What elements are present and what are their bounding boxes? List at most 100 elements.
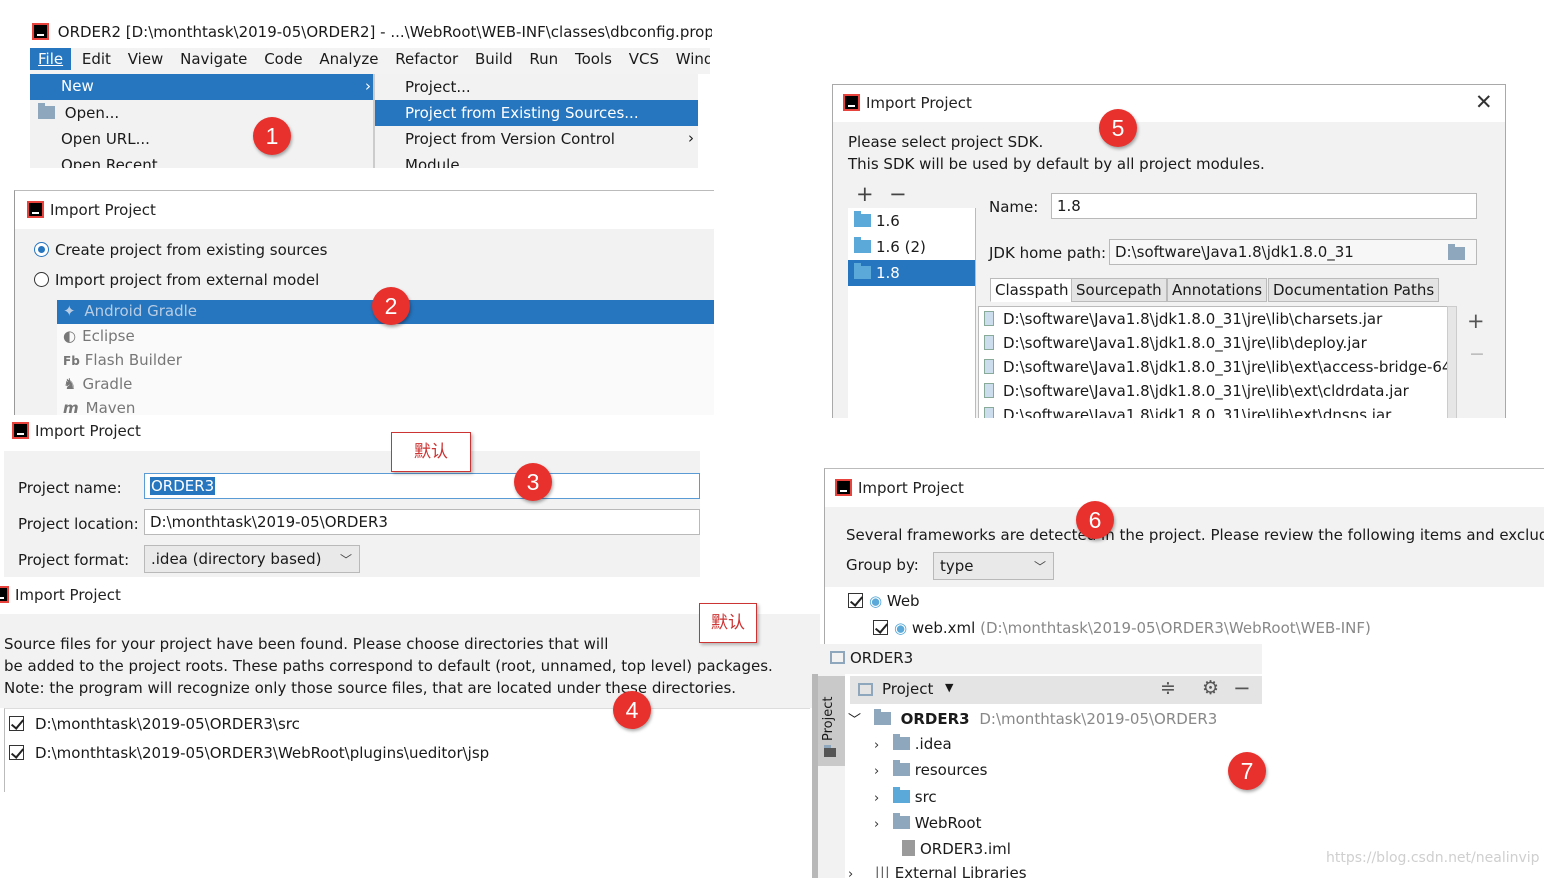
menu-run[interactable]: Run bbox=[523, 48, 564, 70]
tab-sourcepath[interactable]: Sourcepath bbox=[1071, 278, 1167, 302]
jdk-folder-icon bbox=[854, 263, 871, 279]
file-menu: New › Open... Open URL... Open Recent bbox=[30, 74, 374, 168]
sdk-item-1-6[interactable]: 1.6 bbox=[848, 208, 975, 234]
tree-item-src[interactable]: › src bbox=[874, 787, 937, 806]
add-sdk-button[interactable]: + bbox=[856, 182, 874, 206]
tree-item-external-libraries[interactable]: › ||| External Libraries bbox=[848, 864, 1027, 878]
minimize-icon[interactable]: − bbox=[1233, 676, 1251, 700]
dialog-body: Create project from existing sources Imp… bbox=[15, 229, 714, 415]
sdk-name-label: Name: bbox=[989, 198, 1039, 216]
submenu-item-project[interactable]: Project... bbox=[375, 74, 698, 100]
module-icon bbox=[858, 683, 873, 696]
menu-view[interactable]: View bbox=[122, 48, 170, 70]
close-icon[interactable]: ✕ bbox=[1475, 90, 1493, 114]
classpath-list: D:\software\Java1.8\jdk1.8.0_31\jre\lib\… bbox=[978, 306, 1448, 418]
radio-import-external-model[interactable]: Import project from external model bbox=[34, 271, 319, 289]
gear-icon[interactable]: ⚙ bbox=[1202, 677, 1219, 699]
chevron-right-icon: › bbox=[848, 867, 854, 878]
project-location-input[interactable]: D:\monthtask\2019-05\ORDER3 bbox=[144, 509, 700, 535]
menu-file[interactable]: File bbox=[30, 48, 72, 70]
submenu-item-module[interactable]: Module... bbox=[375, 152, 698, 168]
classpath-item[interactable]: D:\software\Java1.8\jdk1.8.0_31\jre\lib\… bbox=[979, 403, 1447, 418]
framework-item-web[interactable]: ◉ Web bbox=[848, 592, 920, 610]
menu-edit[interactable]: Edit bbox=[76, 48, 117, 70]
menu-analyze[interactable]: Analyze bbox=[313, 48, 384, 70]
checkbox-checked-icon bbox=[9, 745, 24, 760]
tree-item-idea[interactable]: › .idea bbox=[874, 734, 952, 753]
step-badge-6: 6 bbox=[1076, 501, 1114, 539]
jdk-home-input[interactable]: D:\software\Java1.8\jdk1.8.0_31 bbox=[1109, 239, 1477, 265]
project-format-select[interactable]: .idea (directory based) ﹀ bbox=[144, 545, 360, 573]
file-menu-item-open[interactable]: Open... bbox=[30, 100, 373, 126]
project-tree: ﹀ ORDER3 D:\monthtask\2019-05\ORDER3 › .… bbox=[848, 706, 1262, 878]
file-menu-item-new[interactable]: New › bbox=[30, 74, 373, 100]
submenu-item-existing-sources[interactable]: Project from Existing Sources... bbox=[375, 100, 698, 126]
tree-item-webroot[interactable]: › WebRoot bbox=[874, 813, 981, 832]
submenu-item-version-control[interactable]: Project from Version Control › bbox=[375, 126, 698, 152]
menu-navigate[interactable]: Navigate bbox=[174, 48, 253, 70]
sdk-item-1-8[interactable]: 1.8 bbox=[848, 260, 975, 286]
view-selector-label[interactable]: Project bbox=[882, 680, 933, 698]
intellij-logo-icon bbox=[27, 201, 44, 218]
tree-item-resources[interactable]: › resources bbox=[874, 760, 987, 779]
tree-item-iml[interactable]: ORDER3.iml bbox=[888, 840, 1011, 858]
menu-build[interactable]: Build bbox=[469, 48, 519, 70]
view-selector-dropdown-icon[interactable]: ▼ bbox=[945, 681, 953, 694]
tree-root[interactable]: ﹀ ORDER3 D:\monthtask\2019-05\ORDER3 bbox=[848, 709, 1217, 728]
dialog-title: Import Project bbox=[843, 94, 972, 112]
remove-path-button[interactable]: − bbox=[1469, 343, 1485, 365]
submenu-arrow-icon: › bbox=[365, 77, 371, 95]
dialog-title: Import Project bbox=[835, 479, 964, 497]
panel-frameworks: Import Project Several frameworks are de… bbox=[824, 468, 1544, 648]
folder-open-icon bbox=[38, 103, 55, 119]
menu-window[interactable]: Window bbox=[670, 48, 710, 70]
menu-vcs[interactable]: VCS bbox=[623, 48, 665, 70]
model-item-flash-builder[interactable]: Fb Flash Builder bbox=[57, 348, 714, 372]
submenu-arrow-icon: › bbox=[688, 129, 694, 147]
panel-sdk: Import Project ✕ Please select project S… bbox=[832, 84, 1506, 418]
scrollbar[interactable] bbox=[1447, 306, 1457, 418]
web-xml-icon: ◉ bbox=[894, 619, 908, 637]
tab-documentation-paths[interactable]: Documentation Paths bbox=[1268, 278, 1440, 302]
classpath-item[interactable]: D:\software\Java1.8\jdk1.8.0_31\jre\lib\… bbox=[979, 355, 1447, 379]
tab-annotations[interactable]: Annotations bbox=[1167, 278, 1268, 302]
classpath-item[interactable]: D:\software\Java1.8\jdk1.8.0_31\jre\lib\… bbox=[979, 307, 1447, 331]
eclipse-icon: ◐ bbox=[63, 327, 77, 345]
sdk-item-1-6-2[interactable]: 1.6 (2) bbox=[848, 234, 975, 260]
file-menu-item-open-recent[interactable]: Open Recent bbox=[30, 152, 373, 168]
classpath-item[interactable]: D:\software\Java1.8\jdk1.8.0_31\jre\lib\… bbox=[979, 331, 1447, 355]
folder-icon bbox=[873, 709, 891, 725]
jar-icon bbox=[984, 311, 994, 326]
project-name-input[interactable]: ORDER3 bbox=[144, 473, 700, 499]
model-item-gradle[interactable]: ♞ Gradle bbox=[57, 372, 714, 396]
classpath-item[interactable]: D:\software\Java1.8\jdk1.8.0_31\jre\lib\… bbox=[979, 379, 1447, 403]
radio-create-from-sources[interactable]: Create project from existing sources bbox=[34, 241, 327, 259]
collapse-all-icon[interactable]: ≑ bbox=[1160, 677, 1176, 699]
default-callout: 默认 bbox=[699, 603, 757, 643]
menu-refactor[interactable]: Refactor bbox=[389, 48, 464, 70]
dir-list: D:\monthtask\2019-05\ORDER3\src D:\month… bbox=[4, 708, 810, 792]
jar-icon bbox=[984, 335, 994, 350]
panel-project-name: Import Project Project name: ORDER3 Proj… bbox=[4, 415, 700, 577]
model-item-eclipse[interactable]: ◐ Eclipse bbox=[57, 324, 714, 348]
remove-sdk-button[interactable]: − bbox=[889, 182, 907, 206]
sdk-name-input[interactable]: 1.8 bbox=[1051, 193, 1477, 219]
model-item-maven[interactable]: m Maven bbox=[57, 396, 714, 415]
browse-folder-icon[interactable] bbox=[1448, 244, 1465, 260]
menu-tools[interactable]: Tools bbox=[569, 48, 618, 70]
dir-item[interactable]: D:\monthtask\2019-05\ORDER3\src bbox=[9, 715, 300, 733]
tab-classpath[interactable]: Classpath bbox=[990, 278, 1074, 302]
group-by-select[interactable]: type ﹀ bbox=[933, 552, 1054, 580]
dir-item[interactable]: D:\monthtask\2019-05\ORDER3\WebRoot\plug… bbox=[9, 744, 489, 762]
menu-code[interactable]: Code bbox=[258, 48, 308, 70]
side-tab-project[interactable]: Project bbox=[818, 676, 845, 766]
add-path-button[interactable]: + bbox=[1467, 309, 1485, 333]
project-window-title: ORDER3 bbox=[812, 644, 1262, 674]
folder-icon bbox=[892, 734, 910, 750]
step-badge-5: 5 bbox=[1099, 109, 1137, 147]
menubar: File Edit View Navigate Code Analyze Ref… bbox=[30, 48, 710, 74]
description-line: This SDK will be used by default by all … bbox=[848, 155, 1265, 173]
file-menu-item-open-url[interactable]: Open URL... bbox=[30, 126, 373, 152]
panel-import-model: Import Project Create project from exist… bbox=[14, 190, 714, 415]
framework-item-web-xml[interactable]: ◉ web.xml (D:\monthtask\2019-05\ORDER3\W… bbox=[873, 619, 1371, 637]
